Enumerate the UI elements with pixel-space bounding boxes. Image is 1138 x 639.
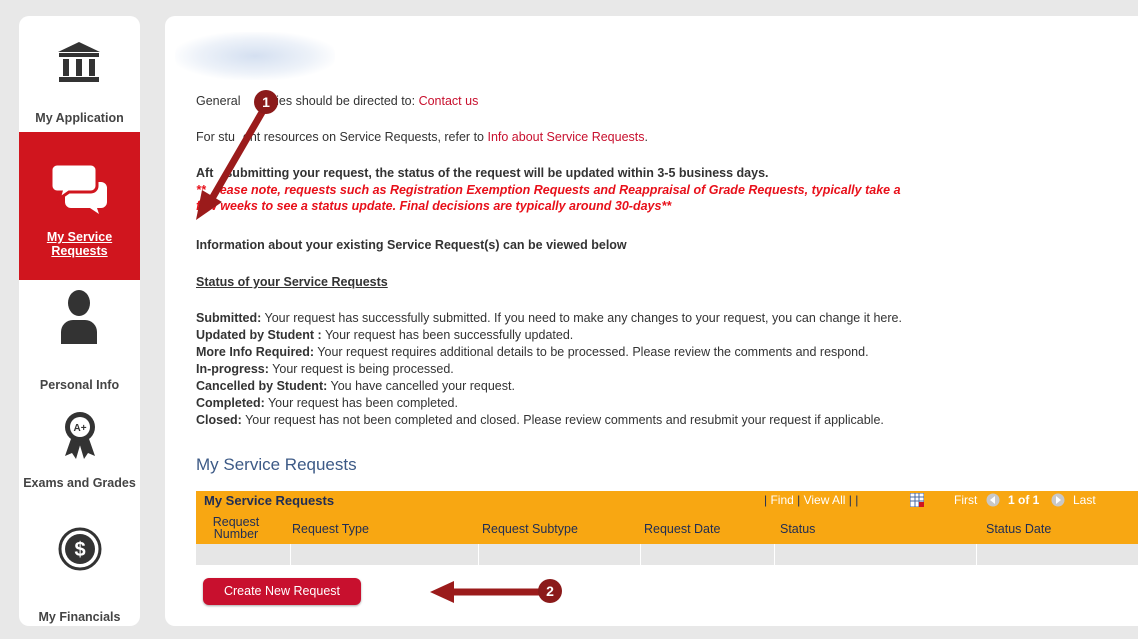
sidebar-item-label: Personal Info [39,378,120,392]
svg-text:$: $ [74,539,85,561]
callout-badge-1: 1 [254,90,278,114]
table-row [196,544,1138,565]
status-def-submitted: Submitted: Your request has successfully… [196,311,902,325]
sidebar-item-label-text: My Service Requests [46,230,113,258]
grid-find-nav: | Find | View All | | [764,493,859,507]
grid-header: My Service Requests | Find | View All | … [196,491,1138,544]
sidebar-item-label: My Service Requests [19,230,140,258]
status-desc: Your request has successfully submitted.… [261,311,902,325]
col-header-status[interactable]: Status [780,522,815,536]
status-desc: Your request is being processed. [268,362,454,376]
status-term: Submitted: [196,311,262,325]
status-heading: Status of your Service Requests [196,275,388,289]
info-about-service-requests-link[interactable]: Info about Service Requests [487,130,644,144]
view-all-link[interactable]: View All [804,493,846,507]
callout-badge-2: 2 [538,579,562,603]
status-def-in-progress: In-progress: Your request is being proce… [196,362,454,376]
grid-pagination: First [954,493,977,507]
prev-page-icon[interactable] [986,493,1000,507]
sidebar-item-my-service-requests[interactable]: My Service Requests [19,132,140,280]
col-header-request-type[interactable]: Request Type [292,522,369,536]
status-term: Updated by Student : [196,328,322,342]
status-term: Closed: [196,413,242,427]
status-term: More Info Required: [196,345,315,359]
status-def-cancelled: Cancelled by Student: You have cancelled… [196,379,515,393]
sidebar-item-personal-info[interactable]: Personal Info [19,280,140,410]
col-header-request-number[interactable]: Request Number [204,516,268,541]
sidebar-item-label: Exams and Grades [23,476,136,490]
col-header-status-date[interactable]: Status Date [986,522,1051,536]
sidebar: My Application My Service Requests Perso… [19,16,140,626]
service-requests-grid: My Service Requests | Find | View All | … [196,491,1138,567]
info-existing-line: Information about your existing Service … [196,238,627,252]
status-def-more-info: More Info Required: Your request require… [196,345,869,359]
blurred-page-title [175,32,335,80]
general-mid: ries should be directed to: [271,94,419,108]
status-term: Cancelled by Student: [196,379,328,393]
status-def-updated: Updated by Student : Your request has be… [196,328,573,342]
find-link[interactable]: Find [770,493,793,507]
status-def-completed: Completed: Your request has been complet… [196,396,458,410]
section-title: My Service Requests [196,455,357,474]
status-desc: Your request has been completed. [264,396,458,410]
chat-bubbles-icon [51,162,107,214]
svg-text:A+: A+ [73,423,86,434]
bank-icon [58,42,100,82]
create-new-request-button[interactable]: Create New Request [203,578,361,605]
contact-us-link[interactable]: Contact us [419,94,479,108]
sidebar-item-exams-and-grades[interactable]: A+ Exams and Grades [19,410,140,520]
spreadsheet-download-icon[interactable] [910,493,924,507]
sidebar-item-label: My Financials [38,610,121,624]
resources-suffix: . [644,130,648,144]
status-desc: You have cancelled your request. [327,379,515,393]
last-link[interactable]: Last [1073,493,1096,507]
after-rest: submitting your request, the status of t… [225,166,769,180]
grid-title: My Service Requests [204,493,335,508]
col-header-request-date[interactable]: Request Date [644,522,720,536]
col-header-request-subtype[interactable]: Request Subtype [482,522,578,536]
status-desc: Your request has been successfully updat… [321,328,574,342]
next-page-icon[interactable] [1051,493,1065,507]
dollar-coin-icon: $ [58,527,102,571]
page-info: 1 of 1 [1008,493,1040,507]
status-term: Completed: [196,396,265,410]
sidebar-item-label: My Application [35,111,124,125]
status-desc: Your request requires additional details… [314,345,869,359]
award-ribbon-icon: A+ [65,412,95,459]
first-link[interactable]: First [954,493,977,507]
sidebar-item-my-financials[interactable]: $ My Financials [19,520,140,626]
status-desc: Your request has not been completed and … [241,413,884,427]
person-icon [61,290,97,344]
note-rest: ease note, requests such as Registration… [219,183,901,197]
note-line-1: ** ease note, requests such as Registrati… [196,183,901,197]
status-def-closed: Closed: Your request has not been comple… [196,413,884,427]
sidebar-item-my-application[interactable]: My Application [19,16,140,132]
status-term: In-progress: [196,362,269,376]
